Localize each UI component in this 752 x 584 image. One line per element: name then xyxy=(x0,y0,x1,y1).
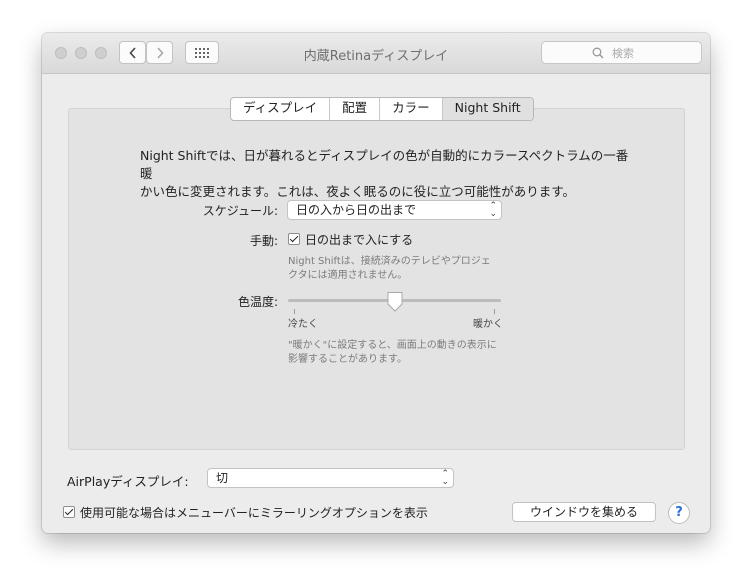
schedule-value: 日の入から日の出まで xyxy=(296,203,417,217)
mirroring-checkbox[interactable] xyxy=(63,506,75,518)
manual-note-line-1: Night Shiftは、接続済みのテレビやプロジェ xyxy=(288,256,491,267)
preferences-window: 内蔵Retinaディスプレイ 検索 ディスプレイ 配置 カラー Night Sh… xyxy=(42,33,710,533)
tab-bar: ディスプレイ 配置 カラー Night Shift xyxy=(230,97,534,121)
manual-note-line-2: クタには適用されません。 xyxy=(288,270,408,281)
slider-tick-max xyxy=(494,309,495,314)
slider-min-label: 冷たく xyxy=(288,319,318,330)
slider-max-label: 暖かく xyxy=(473,319,503,330)
title-bar: 内蔵Retinaディスプレイ 検索 xyxy=(42,33,710,74)
description-line-2: かい色に変更されます。これは、夜よく眠るのに役に立つ可能性があります。 xyxy=(140,184,576,199)
search-field[interactable]: 検索 xyxy=(541,41,702,64)
search-icon xyxy=(592,47,604,59)
manual-checkbox[interactable] xyxy=(288,233,300,245)
tab-display[interactable]: ディスプレイ xyxy=(231,98,331,120)
airplay-popup[interactable]: 切 ⌃ ⌄ xyxy=(207,468,454,488)
tab-arrangement[interactable]: 配置 xyxy=(330,98,381,120)
help-button[interactable]: ? xyxy=(668,502,690,524)
manual-checkbox-label: 日の出まで入にする xyxy=(305,233,414,247)
temperature-note-line-1: "暖かく"に設定すると、画面上の動きの表示に xyxy=(288,340,497,351)
airplay-value: 切 xyxy=(216,471,229,485)
airplay-label: AirPlayディスプレイ: xyxy=(67,474,189,489)
mirroring-checkbox-label: 使用可能な場合はメニューバーにミラーリングオプションを表示 xyxy=(80,506,428,520)
gather-windows-button[interactable]: ウインドウを集める xyxy=(512,502,656,522)
description-line-1: Night Shiftでは、日が暮れるとディスプレイの色が自動的にカラースペクト… xyxy=(140,148,629,181)
tab-night-shift[interactable]: Night Shift xyxy=(442,98,533,120)
schedule-label: スケジュール: xyxy=(202,204,278,218)
temperature-label: 色温度: xyxy=(237,295,278,309)
temperature-note-line-2: 影響することがあります。 xyxy=(288,354,407,365)
schedule-popup[interactable]: 日の入から日の出まで ⌃ ⌄ xyxy=(287,200,502,220)
temperature-slider-thumb[interactable] xyxy=(386,291,404,313)
tab-color[interactable]: カラー xyxy=(380,98,443,120)
search-placeholder: 検索 xyxy=(612,47,634,60)
popup-arrows-icon: ⌃ ⌄ xyxy=(441,469,449,487)
manual-label: 手動: xyxy=(249,234,278,248)
night-shift-description: Night Shiftでは、日が暮れるとディスプレイの色が自動的にカラースペクト… xyxy=(140,147,640,201)
popup-arrows-icon: ⌃ ⌄ xyxy=(489,201,497,219)
slider-tick-min xyxy=(294,309,295,314)
